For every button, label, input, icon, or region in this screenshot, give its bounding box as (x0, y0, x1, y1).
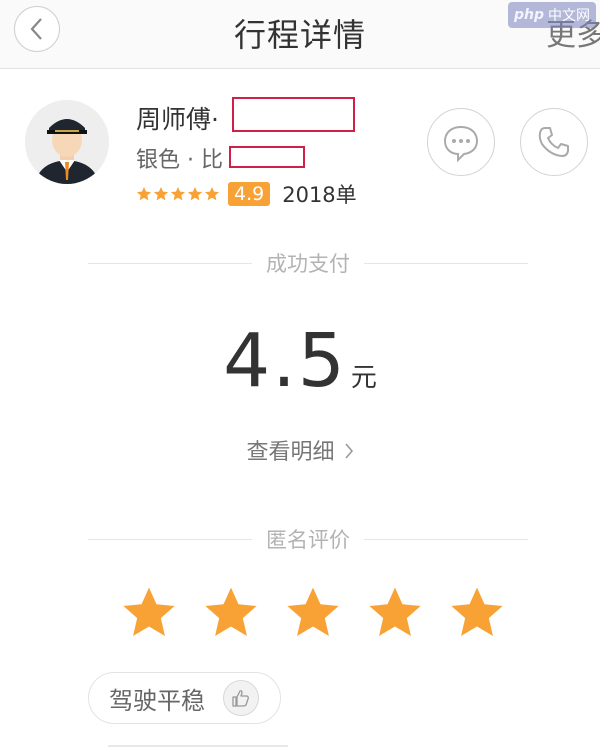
rating-star-icon[interactable] (366, 584, 424, 642)
rating-star-icon[interactable] (202, 584, 260, 642)
order-count: 2018单 (282, 183, 357, 207)
mini-star-icon (136, 187, 152, 201)
redacted-plate-box (232, 97, 355, 132)
chevron-right-icon (344, 443, 353, 459)
amount-value: 4.5 (223, 318, 347, 404)
amount-unit: 元 (350, 363, 377, 393)
header-bar: 行程详情 更多 php 中文网 (0, 0, 600, 69)
driver-portrait-icon (25, 100, 109, 184)
mini-star-rating (136, 186, 220, 202)
score-badge: 4.9 (228, 182, 271, 206)
divider-line (88, 538, 252, 540)
site-watermark: php 中文网 (507, 2, 596, 28)
driver-avatar (25, 100, 109, 184)
mini-star-icon (170, 187, 186, 201)
watermark-text: 中文网 (548, 8, 590, 24)
rating-star-icon[interactable] (284, 584, 342, 642)
payment-divider: 成功支付 (88, 248, 528, 278)
driver-name: 周师傅· (136, 105, 219, 134)
rating-star-icon[interactable] (120, 584, 178, 642)
phone-icon (538, 127, 569, 157)
thumbs-up-icon (223, 680, 259, 716)
divider-line (364, 538, 528, 540)
payment-status-label: 成功支付 (266, 252, 350, 276)
review-tag[interactable]: 驾驶平稳 (88, 672, 281, 724)
driver-rating-row: 4.9 2018单 (136, 179, 357, 209)
review-divider: 匿名评价 (88, 524, 528, 554)
mini-star-icon (204, 187, 220, 201)
rating-stars (120, 584, 506, 642)
review-label: 匿名评价 (266, 528, 350, 552)
view-details-link[interactable]: 查看明细 (0, 434, 600, 466)
mini-star-icon (187, 187, 203, 201)
message-button[interactable] (427, 108, 495, 176)
review-tag-label: 驾驶平稳 (109, 686, 205, 715)
call-button[interactable] (520, 108, 588, 176)
divider-line (364, 262, 528, 264)
watermark-logo: php (513, 7, 544, 23)
redacted-car-box (229, 146, 305, 168)
payment-amount: 4.5 元 (0, 318, 600, 404)
car-info: 银色 · 比 (136, 148, 223, 173)
mini-star-icon (153, 187, 169, 201)
chat-bubble-icon (443, 125, 479, 162)
rating-star-icon[interactable] (448, 584, 506, 642)
divider-line (88, 262, 252, 264)
view-details-label: 查看明细 (246, 440, 335, 465)
